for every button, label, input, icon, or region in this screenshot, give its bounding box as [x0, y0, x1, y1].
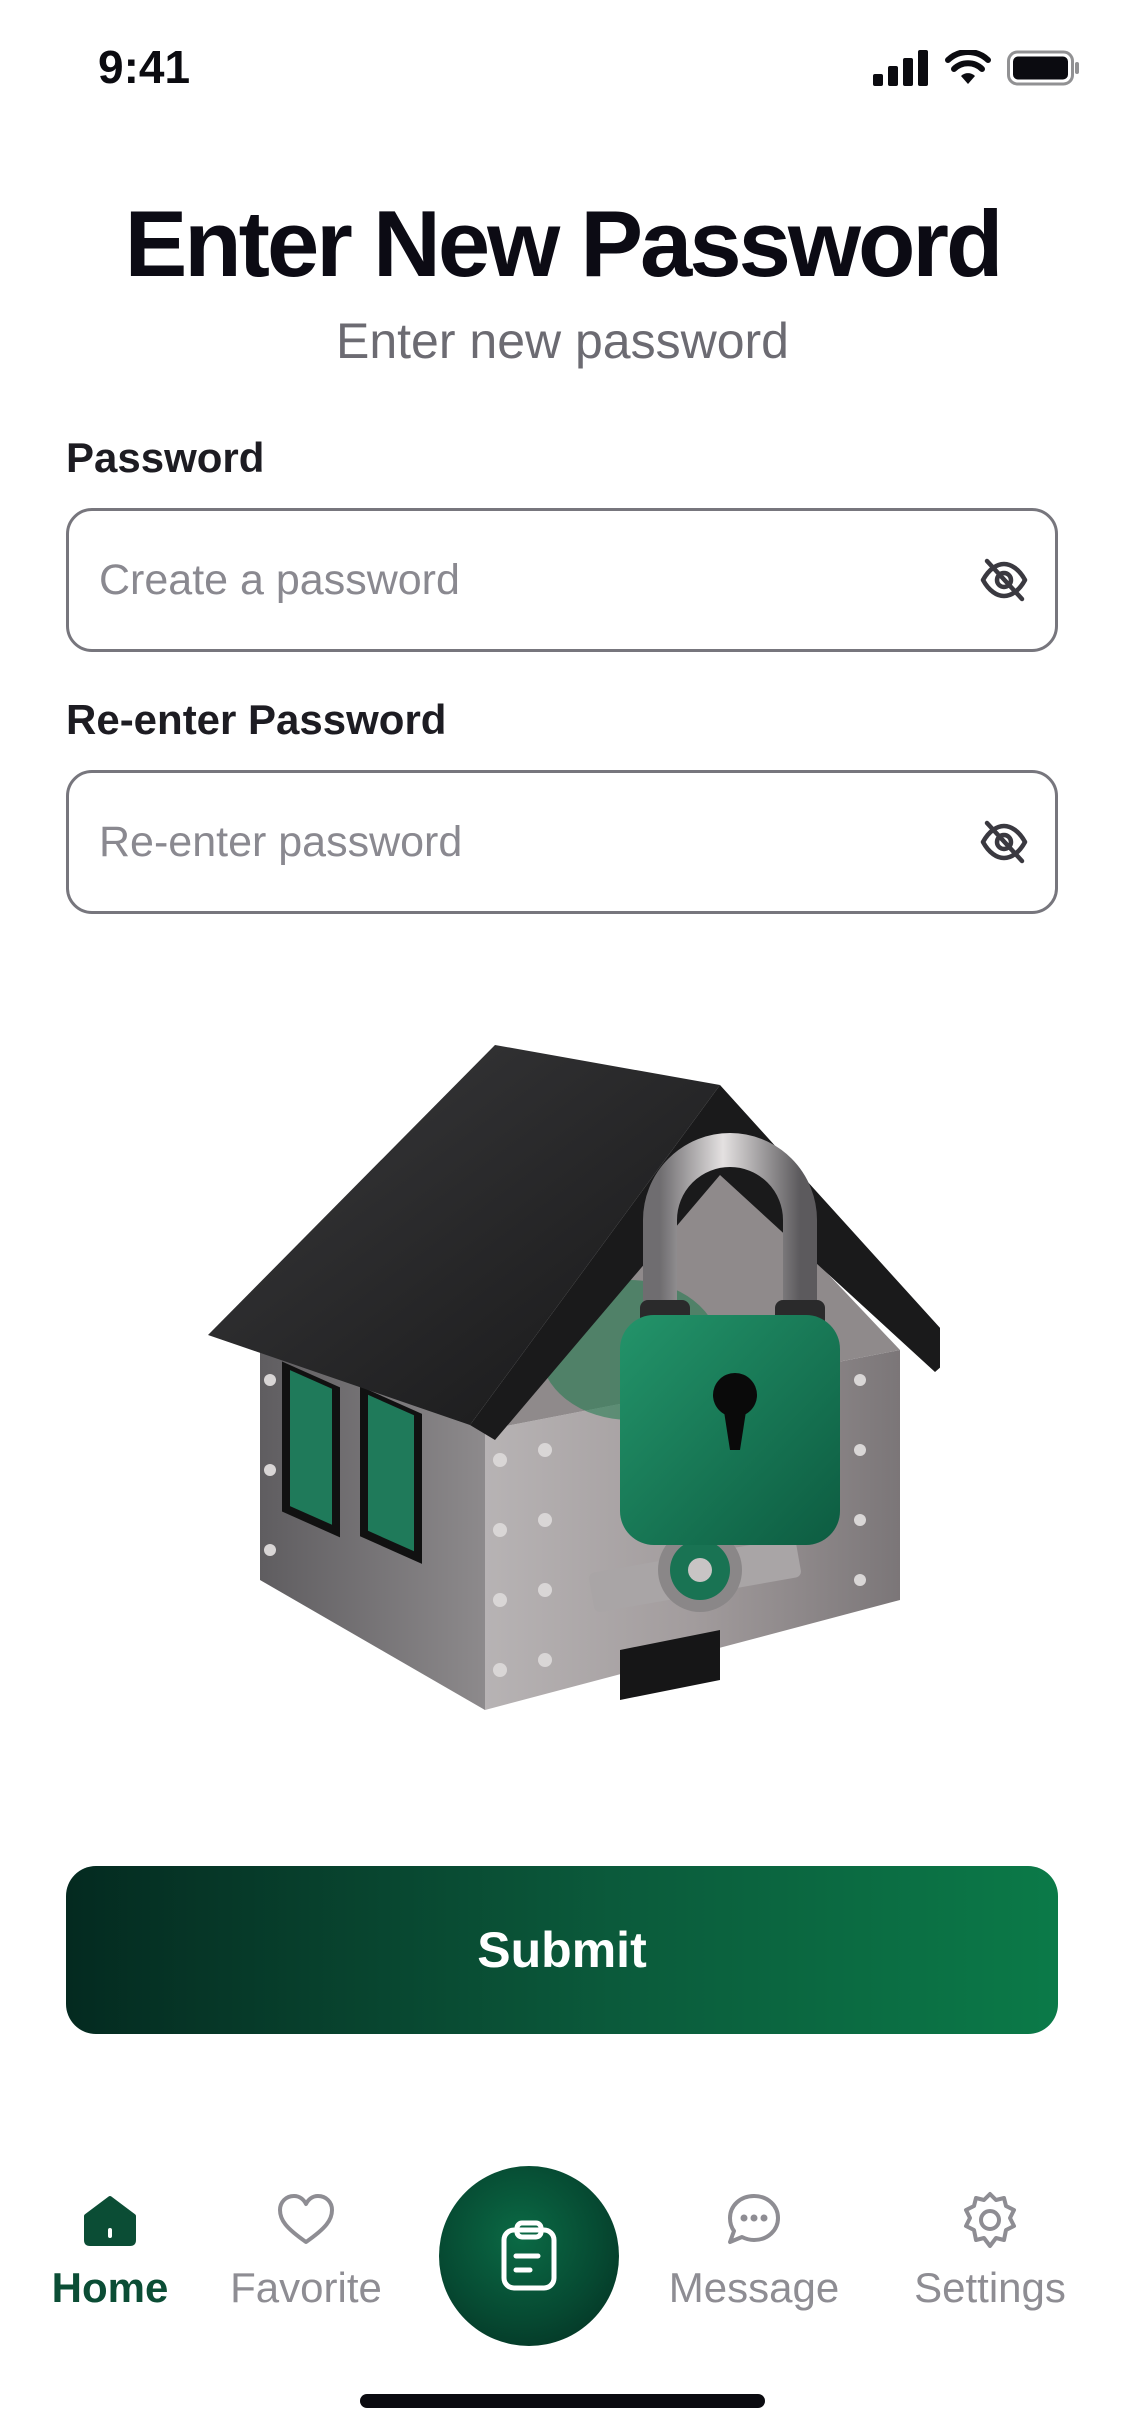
page-title: Enter New Password	[124, 191, 1004, 296]
nav-item-home[interactable]: Home	[10, 2190, 210, 2312]
eye-off-icon[interactable]	[979, 819, 1029, 865]
window-left	[282, 1361, 340, 1538]
nav-label-settings: Settings	[914, 2264, 1066, 2311]
status-time: 9:41	[98, 41, 191, 93]
status-icons	[873, 48, 1081, 88]
clipboard-icon	[501, 2220, 557, 2291]
locked-house-illustration	[208, 1045, 940, 1710]
home-indicator	[360, 2394, 765, 2408]
nav-item-settings[interactable]: Settings	[890, 2190, 1090, 2312]
page-subtitle: Enter new password	[335, 313, 789, 369]
nav-center-button[interactable]	[439, 2166, 619, 2346]
wifi-icon	[945, 50, 991, 84]
gear-icon	[964, 2192, 1016, 2248]
battery-icon	[1007, 50, 1079, 86]
eye-off-icon[interactable]	[979, 557, 1029, 603]
nav-label-home: Home	[51, 2264, 169, 2311]
reenter-password-field	[66, 770, 1058, 914]
password-field	[66, 508, 1058, 652]
status-bar: 9:41	[0, 0, 1125, 132]
home-icon	[84, 2196, 136, 2246]
reenter-password-input[interactable]	[99, 773, 959, 911]
password-label: Password	[66, 434, 265, 481]
reenter-password-label: Re-enter Password	[66, 696, 447, 743]
chat-bubble-icon	[728, 2194, 780, 2244]
submit-button[interactable]: Submit	[66, 1866, 1058, 2034]
nav-item-favorite[interactable]: Favorite	[206, 2190, 406, 2312]
window-right	[360, 1386, 422, 1564]
bottom-navigation: Home Favorite Message Settings	[0, 2150, 1125, 2370]
nav-label-message: Message	[668, 2264, 840, 2311]
cellular-signal-icon	[873, 50, 928, 86]
heart-icon	[278, 2194, 334, 2244]
nav-label-favorite: Favorite	[230, 2264, 382, 2311]
password-input[interactable]	[99, 511, 959, 649]
nav-item-message[interactable]: Message	[654, 2190, 854, 2312]
